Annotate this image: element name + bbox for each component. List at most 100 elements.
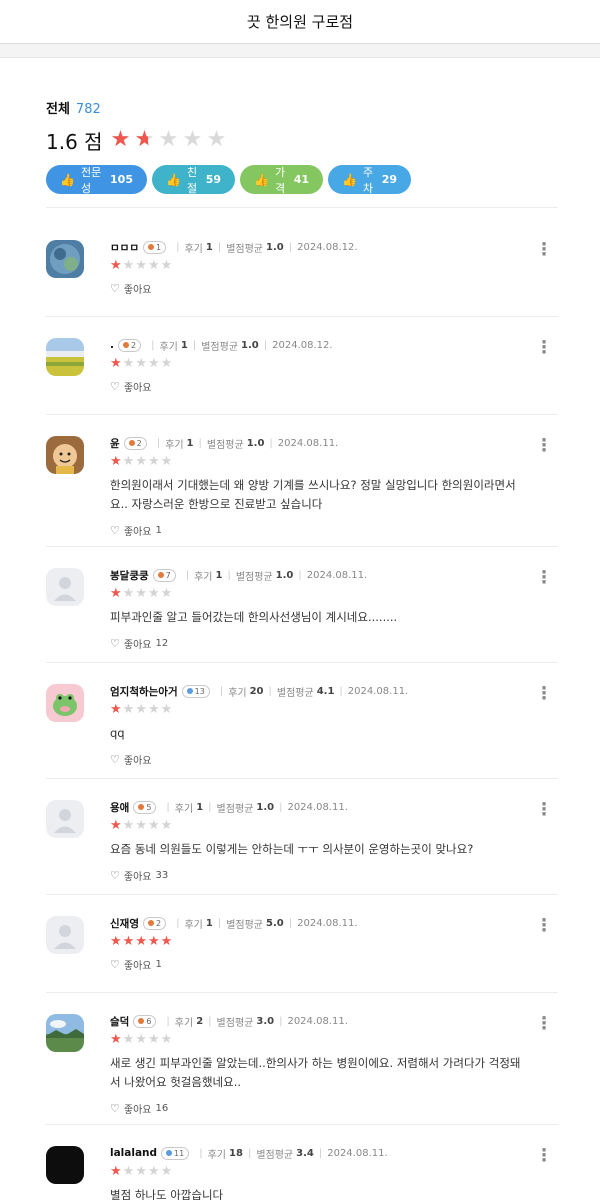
divider [46,992,558,993]
review-text: 한의원이래서 기대했는데 왜 양방 기계를 쓰시나요? 정말 실망입니다 한의원… [110,478,516,511]
star-icon: ★ [147,1032,160,1047]
level-badge: 1 [142,240,167,254]
star-icon: ★ [206,127,227,152]
like-button[interactable]: ♡ 좋아요 16 [110,1101,530,1116]
review-date: 2024.08.11. [297,917,358,929]
like-button[interactable]: ♡ 좋아요 12 [110,636,530,651]
like-button[interactable]: ♡ 좋아요 [110,752,530,767]
review-count: 1 [186,437,194,449]
reviewer-nickname[interactable]: ㅁㅁㅁ [110,240,139,255]
like-button[interactable]: ♡ 좋아요 1 [110,957,530,972]
like-button[interactable]: ♡ 좋아요 [110,379,530,394]
tag-price-button[interactable]: 👍 가격 41 [240,165,323,195]
more-options-icon[interactable]: · · · [538,796,550,824]
level-number: 2 [155,918,162,928]
more-options-icon[interactable]: · · · [538,1142,550,1170]
heart-icon: ♡ [110,1102,120,1115]
review-date: 2024.08.11. [287,1015,348,1027]
level-number: 11 [174,1148,185,1158]
tag-count: 59 [205,173,221,186]
divider: | [217,917,222,929]
like-count: 16 [155,1103,169,1114]
reviewer-nickname[interactable]: 용애 [110,800,129,815]
reviewer-nickname[interactable]: 엄지척하는아거 [110,684,178,699]
star-icon: ★ [110,1032,122,1047]
star-icon: ★ [135,454,147,469]
review-item: 용애 5 | 후기 1 | 별점평균 1.0 | 2024.08.11. ★ ★ ★ ★ ★ 요즘 동네 의… [46,796,558,883]
star-icon: ★ ★ [110,127,131,152]
divider [46,207,558,208]
review-count: 20 [249,685,264,697]
reviewer-nickname[interactable]: . [110,339,114,351]
star-icon: ★ [122,818,135,833]
star-icon: ★ [147,934,160,949]
reviewer-nickname[interactable]: lalaland [110,1147,157,1159]
review-count: 1 [215,569,223,581]
star-icon: ★ [160,934,173,949]
heart-icon: ♡ [110,282,120,295]
like-label: 좋아요 [123,1105,152,1116]
average-label: 별점평균 [235,571,273,583]
level-number: 5 [146,802,152,812]
review-meta: 윤 2 | 후기 1 | 별점평균 1.0 | 2024.08.11. [110,436,530,451]
star-rating: ★ ★ ★ ★ ★ [110,455,530,468]
reviewer-nickname[interactable]: 슬덕 [110,1014,129,1029]
avatar[interactable] [46,568,84,606]
like-button[interactable]: ♡ 좋아요 [110,281,530,296]
avatar[interactable] [46,338,84,376]
avatar[interactable] [46,684,84,722]
avatar[interactable] [46,436,84,474]
thumbs-up-icon: 👍 [342,172,357,187]
level-number: 2 [136,438,142,448]
review-item: 봉달쿵쿵 7 | 후기 1 | 별점평균 1.0 | 2024.08.11. ★ ★ ★ ★ ★ 피부과인줄… [46,564,558,651]
divider [46,414,558,415]
tag-expertise-button[interactable]: 👍 전문성 105 [46,165,147,195]
avatar[interactable] [46,800,84,838]
divider: | [318,1147,323,1159]
divider: | [279,1015,283,1027]
reviewer-nickname[interactable]: 윤 [110,436,120,451]
more-options-icon[interactable]: · · · [538,564,550,592]
avatar[interactable] [46,1014,84,1052]
average-score: 1.6 점 [46,129,103,154]
heart-icon: ♡ [110,524,120,537]
tag-parking-button[interactable]: 👍 주차 29 [328,165,411,195]
average-score: 1.0 [241,339,259,351]
divider: | [298,569,302,581]
more-options-icon[interactable]: · · · [538,432,550,460]
average-label: 별점평균 [256,1149,294,1161]
review-text: 요즘 동네 의원들도 이렇게는 안하는데 ㅜㅜ 의사분이 운영하는곳이 맞나요? [110,842,474,856]
star-icon: ★ [160,702,173,717]
review-date: 2024.08.11. [347,685,409,697]
level-number: 2 [131,340,137,350]
reviewer-nickname[interactable]: 봉달쿵쿵 [110,568,149,583]
heart-icon: ♡ [110,753,120,766]
more-options-icon[interactable]: · · · [538,1010,550,1038]
star-icon: ★ [122,1164,135,1179]
tag-kindness-button[interactable]: 👍 친절 59 [152,165,235,195]
avatar[interactable] [46,240,84,278]
more-options-icon[interactable]: · · · [538,334,550,362]
like-count: 33 [155,870,169,881]
avatar[interactable] [46,916,84,954]
review-count-label: 후기 [184,919,203,931]
more-options-icon[interactable]: · · · [538,680,550,708]
review-body: ㅁㅁㅁ 1 | 후기 1 | 별점평균 1.0 | 2024.08.12. ★ ★ ★ ★ ★ ♡ 좋아요 [110,240,530,296]
like-button[interactable]: ♡ 좋아요 1 [110,523,530,538]
star-icon: ★ [122,702,135,717]
star-icon: ★ ★ [134,127,155,152]
star-icon: ★ [135,258,147,273]
like-button[interactable]: ♡ 좋아요 33 [110,868,530,883]
thumbs-up-icon: 👍 [60,172,75,187]
like-count: 1 [155,525,162,536]
star-icon: ★ [122,1032,135,1047]
more-options-icon[interactable]: · · · [538,236,550,264]
avatar[interactable] [46,1146,84,1184]
level-badge: 13 [181,684,210,698]
review-text: 새로 생긴 피부과인줄 알았는데..한의사가 하는 병원이에요. 저렴해서 가려… [110,1056,521,1089]
more-options-icon[interactable]: · · · [538,912,550,940]
divider: | [199,1147,203,1159]
reviewer-nickname[interactable]: 신재영 [110,916,139,931]
star-rating: ★ ★ ★ ★ ★ [110,357,530,370]
star-icon: ★ [110,818,122,833]
